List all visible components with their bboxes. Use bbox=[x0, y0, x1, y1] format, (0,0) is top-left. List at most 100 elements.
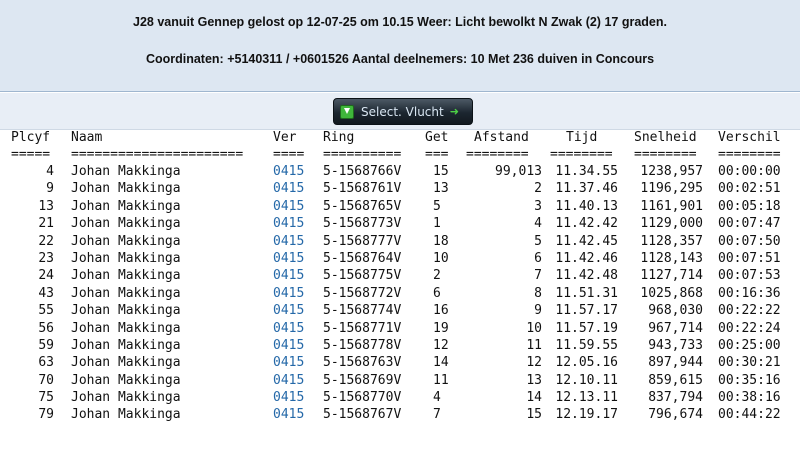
cell-verschil: 00:05:18 bbox=[718, 198, 781, 214]
cell-tijd: 11.37.46 bbox=[555, 181, 618, 197]
col-ver: Ver bbox=[273, 130, 297, 145]
cell-verschil: 00:35:16 bbox=[718, 372, 781, 388]
col-plcyf: Plcyf bbox=[11, 130, 51, 145]
table-row: 21 Johan Makkinga 0415 5-1568773V 1 4 11.42.42… bbox=[0, 216, 800, 233]
table-row: 13 Johan Makkinga 0415 5-1568765V 5 3 11.40.13… bbox=[0, 199, 800, 216]
sep-ver: ==== bbox=[273, 147, 305, 162]
cell-plcyf: 75 bbox=[38, 390, 54, 406]
cell-ver[interactable]: 0415 bbox=[273, 321, 304, 336]
cell-ring: 5-1568770V bbox=[323, 390, 402, 406]
cell-afstand: 2 bbox=[534, 181, 542, 197]
cell-plcyf: 56 bbox=[38, 320, 54, 336]
cell-plcyf: 13 bbox=[38, 198, 54, 214]
cell-get: 10 bbox=[433, 250, 449, 266]
cell-get: 2 bbox=[433, 268, 441, 284]
table-row: 59 Johan Makkinga 0415 5-1568778V 12 11 11.59.… bbox=[0, 338, 800, 355]
cell-get: 6 bbox=[433, 285, 441, 301]
cell-ver[interactable]: 0415 bbox=[273, 303, 304, 318]
cell-tijd: 11.42.42 bbox=[555, 216, 618, 232]
cell-get: 11 bbox=[433, 372, 449, 388]
cell-verschil: 00:25:00 bbox=[718, 337, 781, 353]
cell-ver[interactable]: 0415 bbox=[273, 390, 304, 405]
cell-snelheid: 897,944 bbox=[648, 355, 703, 371]
arrow-right-icon: ➜ bbox=[449, 105, 459, 118]
cell-get: 16 bbox=[433, 303, 449, 319]
cell-plcyf: 23 bbox=[38, 250, 54, 266]
cell-snelheid: 943,733 bbox=[648, 337, 703, 353]
sep-verschil: ======== bbox=[718, 147, 781, 162]
table-body: 4 Johan Makkinga 0415 5-1568766V 15 99,013 11.… bbox=[0, 164, 800, 425]
cell-ring: 5-1568763V bbox=[323, 355, 402, 371]
table-row: 70 Johan Makkinga 0415 5-1568769V 11 13 12.10.… bbox=[0, 373, 800, 390]
select-flight-button[interactable]: Select. Vlucht ➜ bbox=[333, 98, 473, 125]
sep-plcyf: ===== bbox=[11, 147, 51, 162]
cell-tijd: 11.42.48 bbox=[555, 268, 618, 284]
cell-naam: Johan Makkinga bbox=[71, 355, 181, 371]
cell-ring: 5-1568765V bbox=[323, 198, 402, 214]
table-row: 22 Johan Makkinga 0415 5-1568777V 18 5 11.42.4… bbox=[0, 234, 800, 251]
cell-tijd: 11.40.13 bbox=[555, 198, 618, 214]
table-row: 43 Johan Makkinga 0415 5-1568772V 6 8 11.51.31… bbox=[0, 286, 800, 303]
cell-afstand: 5 bbox=[534, 233, 542, 249]
cell-plcyf: 4 bbox=[46, 164, 54, 179]
cell-snelheid: 1128,143 bbox=[640, 250, 703, 266]
cell-naam: Johan Makkinga bbox=[71, 164, 181, 179]
cell-ver[interactable]: 0415 bbox=[273, 286, 304, 301]
cell-snelheid: 859,615 bbox=[648, 372, 703, 388]
cell-ring: 5-1568771V bbox=[323, 320, 402, 336]
cell-ver[interactable]: 0415 bbox=[273, 338, 304, 353]
col-naam: Naam bbox=[71, 130, 103, 145]
cell-ring: 5-1568761V bbox=[323, 181, 402, 197]
cell-tijd: 11.59.55 bbox=[555, 337, 618, 353]
cell-ver[interactable]: 0415 bbox=[273, 407, 304, 422]
cell-afstand: 11 bbox=[526, 337, 542, 353]
cell-verschil: 00:02:51 bbox=[718, 181, 781, 197]
cell-tijd: 12.10.11 bbox=[555, 372, 618, 388]
cell-naam: Johan Makkinga bbox=[71, 181, 181, 197]
cell-ver[interactable]: 0415 bbox=[273, 199, 304, 214]
cell-tijd: 11.57.17 bbox=[555, 303, 618, 319]
cell-ring: 5-1568772V bbox=[323, 285, 402, 301]
col-tijd: Tijd bbox=[566, 130, 598, 145]
cell-ver[interactable]: 0415 bbox=[273, 268, 304, 283]
cell-ver[interactable]: 0415 bbox=[273, 164, 304, 179]
cell-get: 15 bbox=[433, 164, 449, 179]
cell-ver[interactable]: 0415 bbox=[273, 373, 304, 388]
cell-get: 19 bbox=[433, 320, 449, 336]
cell-ver[interactable]: 0415 bbox=[273, 216, 304, 231]
cell-naam: Johan Makkinga bbox=[71, 407, 181, 423]
sep-ring: ========== bbox=[323, 147, 402, 162]
cell-get: 1 bbox=[433, 216, 441, 232]
cell-ver[interactable]: 0415 bbox=[273, 251, 304, 266]
cell-naam: Johan Makkinga bbox=[71, 285, 181, 301]
cell-afstand: 13 bbox=[526, 372, 542, 388]
sep-afstand: ======== bbox=[466, 147, 529, 162]
cell-snelheid: 1127,714 bbox=[640, 268, 703, 284]
cell-snelheid: 1196,295 bbox=[640, 181, 703, 197]
cell-tijd: 11.42.45 bbox=[555, 233, 618, 249]
cell-ver[interactable]: 0415 bbox=[273, 181, 304, 196]
cell-naam: Johan Makkinga bbox=[71, 390, 181, 406]
col-afstand: Afstand bbox=[474, 130, 529, 145]
cell-snelheid: 1128,357 bbox=[640, 233, 703, 249]
cell-verschil: 00:07:53 bbox=[718, 268, 781, 284]
cell-plcyf: 9 bbox=[46, 181, 54, 197]
cell-get: 14 bbox=[433, 355, 449, 371]
cell-ring: 5-1568766V bbox=[323, 164, 402, 179]
cell-snelheid: 1129,000 bbox=[640, 216, 703, 232]
sep-get: === bbox=[425, 147, 449, 162]
cell-afstand: 7 bbox=[534, 268, 542, 284]
table-separator: ===== ====================== ==== ======… bbox=[0, 147, 800, 164]
cell-verschil: 00:44:22 bbox=[718, 407, 781, 423]
cell-plcyf: 21 bbox=[38, 216, 54, 232]
table-row: 56 Johan Makkinga 0415 5-1568771V 19 10 11.57.… bbox=[0, 321, 800, 338]
cell-get: 5 bbox=[433, 198, 441, 214]
cell-ver[interactable]: 0415 bbox=[273, 355, 304, 370]
cell-tijd: 11.42.46 bbox=[555, 250, 618, 266]
cell-afstand: 4 bbox=[534, 216, 542, 232]
cell-tijd: 11.51.31 bbox=[555, 285, 618, 301]
table-row: 9 Johan Makkinga 0415 5-1568761V 13 2 11.37.46… bbox=[0, 181, 800, 198]
cell-ver[interactable]: 0415 bbox=[273, 234, 304, 249]
results-table: Plcyf Naam Ver Ring Get Afstand Tijd Sne… bbox=[0, 130, 800, 425]
cell-snelheid: 796,674 bbox=[648, 407, 703, 423]
